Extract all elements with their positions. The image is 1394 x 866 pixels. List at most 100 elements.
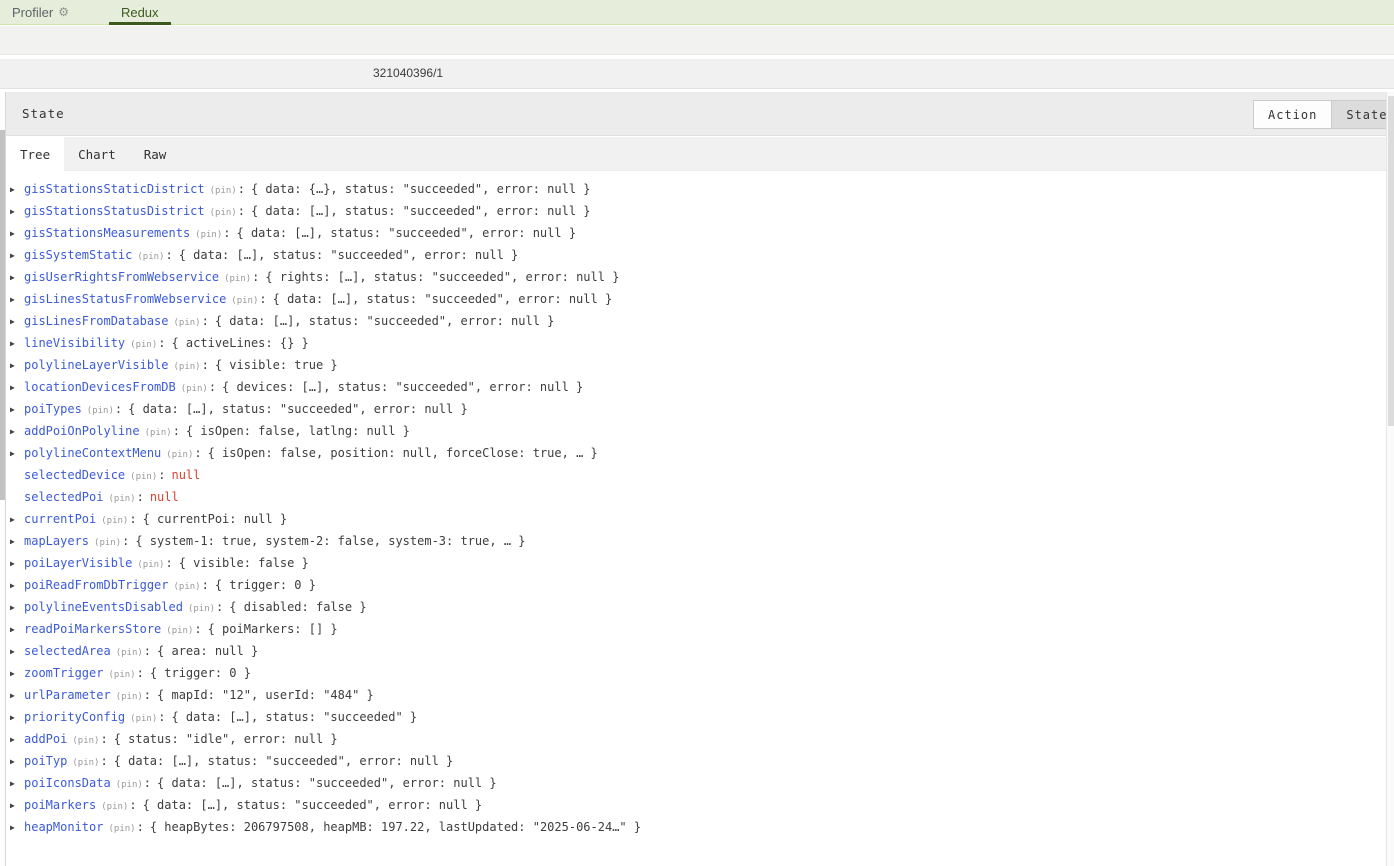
expand-arrow-icon[interactable]: ▶ [10,553,24,575]
pin-label[interactable]: (pin) [137,560,164,570]
pin-label[interactable]: (pin) [174,582,201,592]
tab-redux[interactable]: Redux [109,0,171,25]
expand-arrow-icon[interactable]: ▶ [10,751,24,773]
expand-arrow-icon[interactable]: ▶ [10,355,24,377]
expand-arrow-icon[interactable]: ▶ [10,641,24,663]
pin-label[interactable]: (pin) [231,296,258,306]
state-key[interactable]: lineVisibility [24,336,125,350]
state-key[interactable]: gisLinesFromDatabase [24,314,169,328]
pin-label[interactable]: (pin) [130,714,157,724]
expand-arrow-icon[interactable]: ▶ [10,597,24,619]
view-tab-raw[interactable]: Raw [130,137,181,171]
expand-arrow-icon[interactable]: ▶ [10,531,24,553]
pin-label[interactable]: (pin) [130,472,157,482]
expand-arrow-icon[interactable]: ▶ [10,311,24,333]
expand-arrow-icon[interactable]: ▶ [10,421,24,443]
expand-arrow-icon[interactable]: ▶ [10,377,24,399]
expand-arrow-icon[interactable]: ▶ [10,619,24,641]
view-tab-chart[interactable]: Chart [64,137,130,171]
pin-label[interactable]: (pin) [108,824,135,834]
expand-arrow-icon[interactable]: ▶ [10,245,24,267]
state-key[interactable]: heapMonitor [24,820,103,834]
expand-arrow-icon[interactable]: ▶ [10,685,24,707]
state-key[interactable]: poiReadFromDbTrigger [24,578,169,592]
state-key[interactable]: polylineContextMenu [24,446,161,460]
pin-label[interactable]: (pin) [166,626,193,636]
pin-label[interactable]: (pin) [101,516,128,526]
state-key[interactable]: poiIconsData [24,776,111,790]
state-key[interactable]: gisStationsStatusDistrict [24,204,205,218]
expand-arrow-icon[interactable]: ▶ [10,575,24,597]
state-key[interactable]: urlParameter [24,688,111,702]
pin-label[interactable]: (pin) [108,670,135,680]
pin-label[interactable]: (pin) [181,384,208,394]
right-scrollbar[interactable] [1386,92,1394,866]
right-scrollbar-thumb[interactable] [1388,96,1394,426]
pin-label[interactable]: (pin) [94,538,121,548]
state-key[interactable]: gisLinesStatusFromWebservice [24,292,226,306]
state-key[interactable]: currentPoi [24,512,96,526]
expand-arrow-icon[interactable]: ▶ [10,399,24,421]
state-key[interactable]: selectedArea [24,644,111,658]
pin-label[interactable]: (pin) [108,494,135,504]
state-key[interactable]: polylineLayerVisible [24,358,169,372]
tab-action[interactable]: Action [1253,100,1332,129]
state-key[interactable]: poiLayerVisible [24,556,132,570]
pin-label[interactable]: (pin) [174,318,201,328]
state-key[interactable]: gisUserRightsFromWebservice [24,270,219,284]
expand-arrow-icon[interactable]: ▶ [10,201,24,223]
pin-label[interactable]: (pin) [195,230,222,240]
state-key[interactable]: poiTypes [24,402,82,416]
left-scrollbar-thumb[interactable] [0,130,5,500]
pin-label[interactable]: (pin) [116,648,143,658]
pin-label[interactable]: (pin) [166,450,193,460]
state-key[interactable]: gisStationsMeasurements [24,226,190,240]
state-key[interactable]: addPoiOnPolyline [24,424,140,438]
expand-arrow-icon[interactable]: ▶ [10,707,24,729]
state-key[interactable]: gisStationsStaticDistrict [24,182,205,196]
pin-label[interactable]: (pin) [210,208,237,218]
expand-arrow-icon[interactable]: ▶ [10,509,24,531]
pin-label[interactable]: (pin) [210,186,237,196]
state-key[interactable]: zoomTrigger [24,666,103,680]
gear-icon[interactable]: ⚙ [58,6,69,18]
tab-profiler[interactable]: Profiler ⚙ [0,0,81,25]
pin-label[interactable]: (pin) [72,736,99,746]
pin-label[interactable]: (pin) [116,692,143,702]
expand-arrow-icon[interactable]: ▶ [10,333,24,355]
left-scrollbar[interactable] [0,92,6,866]
expand-arrow-icon[interactable]: ▶ [10,267,24,289]
expand-arrow-icon[interactable]: ▶ [10,179,24,201]
state-key[interactable]: addPoi [24,732,67,746]
state-key[interactable]: poiTyp [24,754,67,768]
expand-arrow-icon[interactable]: ▶ [10,223,24,245]
expand-arrow-icon[interactable]: ▶ [10,729,24,751]
pin-label[interactable]: (pin) [145,428,172,438]
pin-label[interactable]: (pin) [116,780,143,790]
view-tab-tree[interactable]: Tree [6,137,64,171]
tab-state[interactable]: State [1332,100,1394,129]
state-key[interactable]: selectedPoi [24,490,103,504]
state-key[interactable]: poiMarkers [24,798,96,812]
pin-label[interactable]: (pin) [101,802,128,812]
expand-arrow-icon[interactable]: ▶ [10,289,24,311]
state-key[interactable]: selectedDevice [24,468,125,482]
state-key[interactable]: locationDevicesFromDB [24,380,176,394]
expand-arrow-icon[interactable]: ▶ [10,773,24,795]
state-key[interactable]: priorityConfig [24,710,125,724]
pin-label[interactable]: (pin) [224,274,251,284]
pin-label[interactable]: (pin) [72,758,99,768]
pin-label[interactable]: (pin) [130,340,157,350]
pin-label[interactable]: (pin) [87,406,114,416]
state-key[interactable]: polylineEventsDisabled [24,600,183,614]
pin-label[interactable]: (pin) [174,362,201,372]
expand-arrow-icon[interactable]: ▶ [10,663,24,685]
pin-label[interactable]: (pin) [137,252,164,262]
expand-arrow-icon[interactable]: ▶ [10,817,24,839]
state-key[interactable]: readPoiMarkersStore [24,622,161,636]
state-key[interactable]: gisSystemStatic [24,248,132,262]
expand-arrow-icon[interactable]: ▶ [10,443,24,465]
expand-arrow-icon[interactable]: ▶ [10,795,24,817]
state-key[interactable]: mapLayers [24,534,89,548]
pin-label[interactable]: (pin) [188,604,215,614]
